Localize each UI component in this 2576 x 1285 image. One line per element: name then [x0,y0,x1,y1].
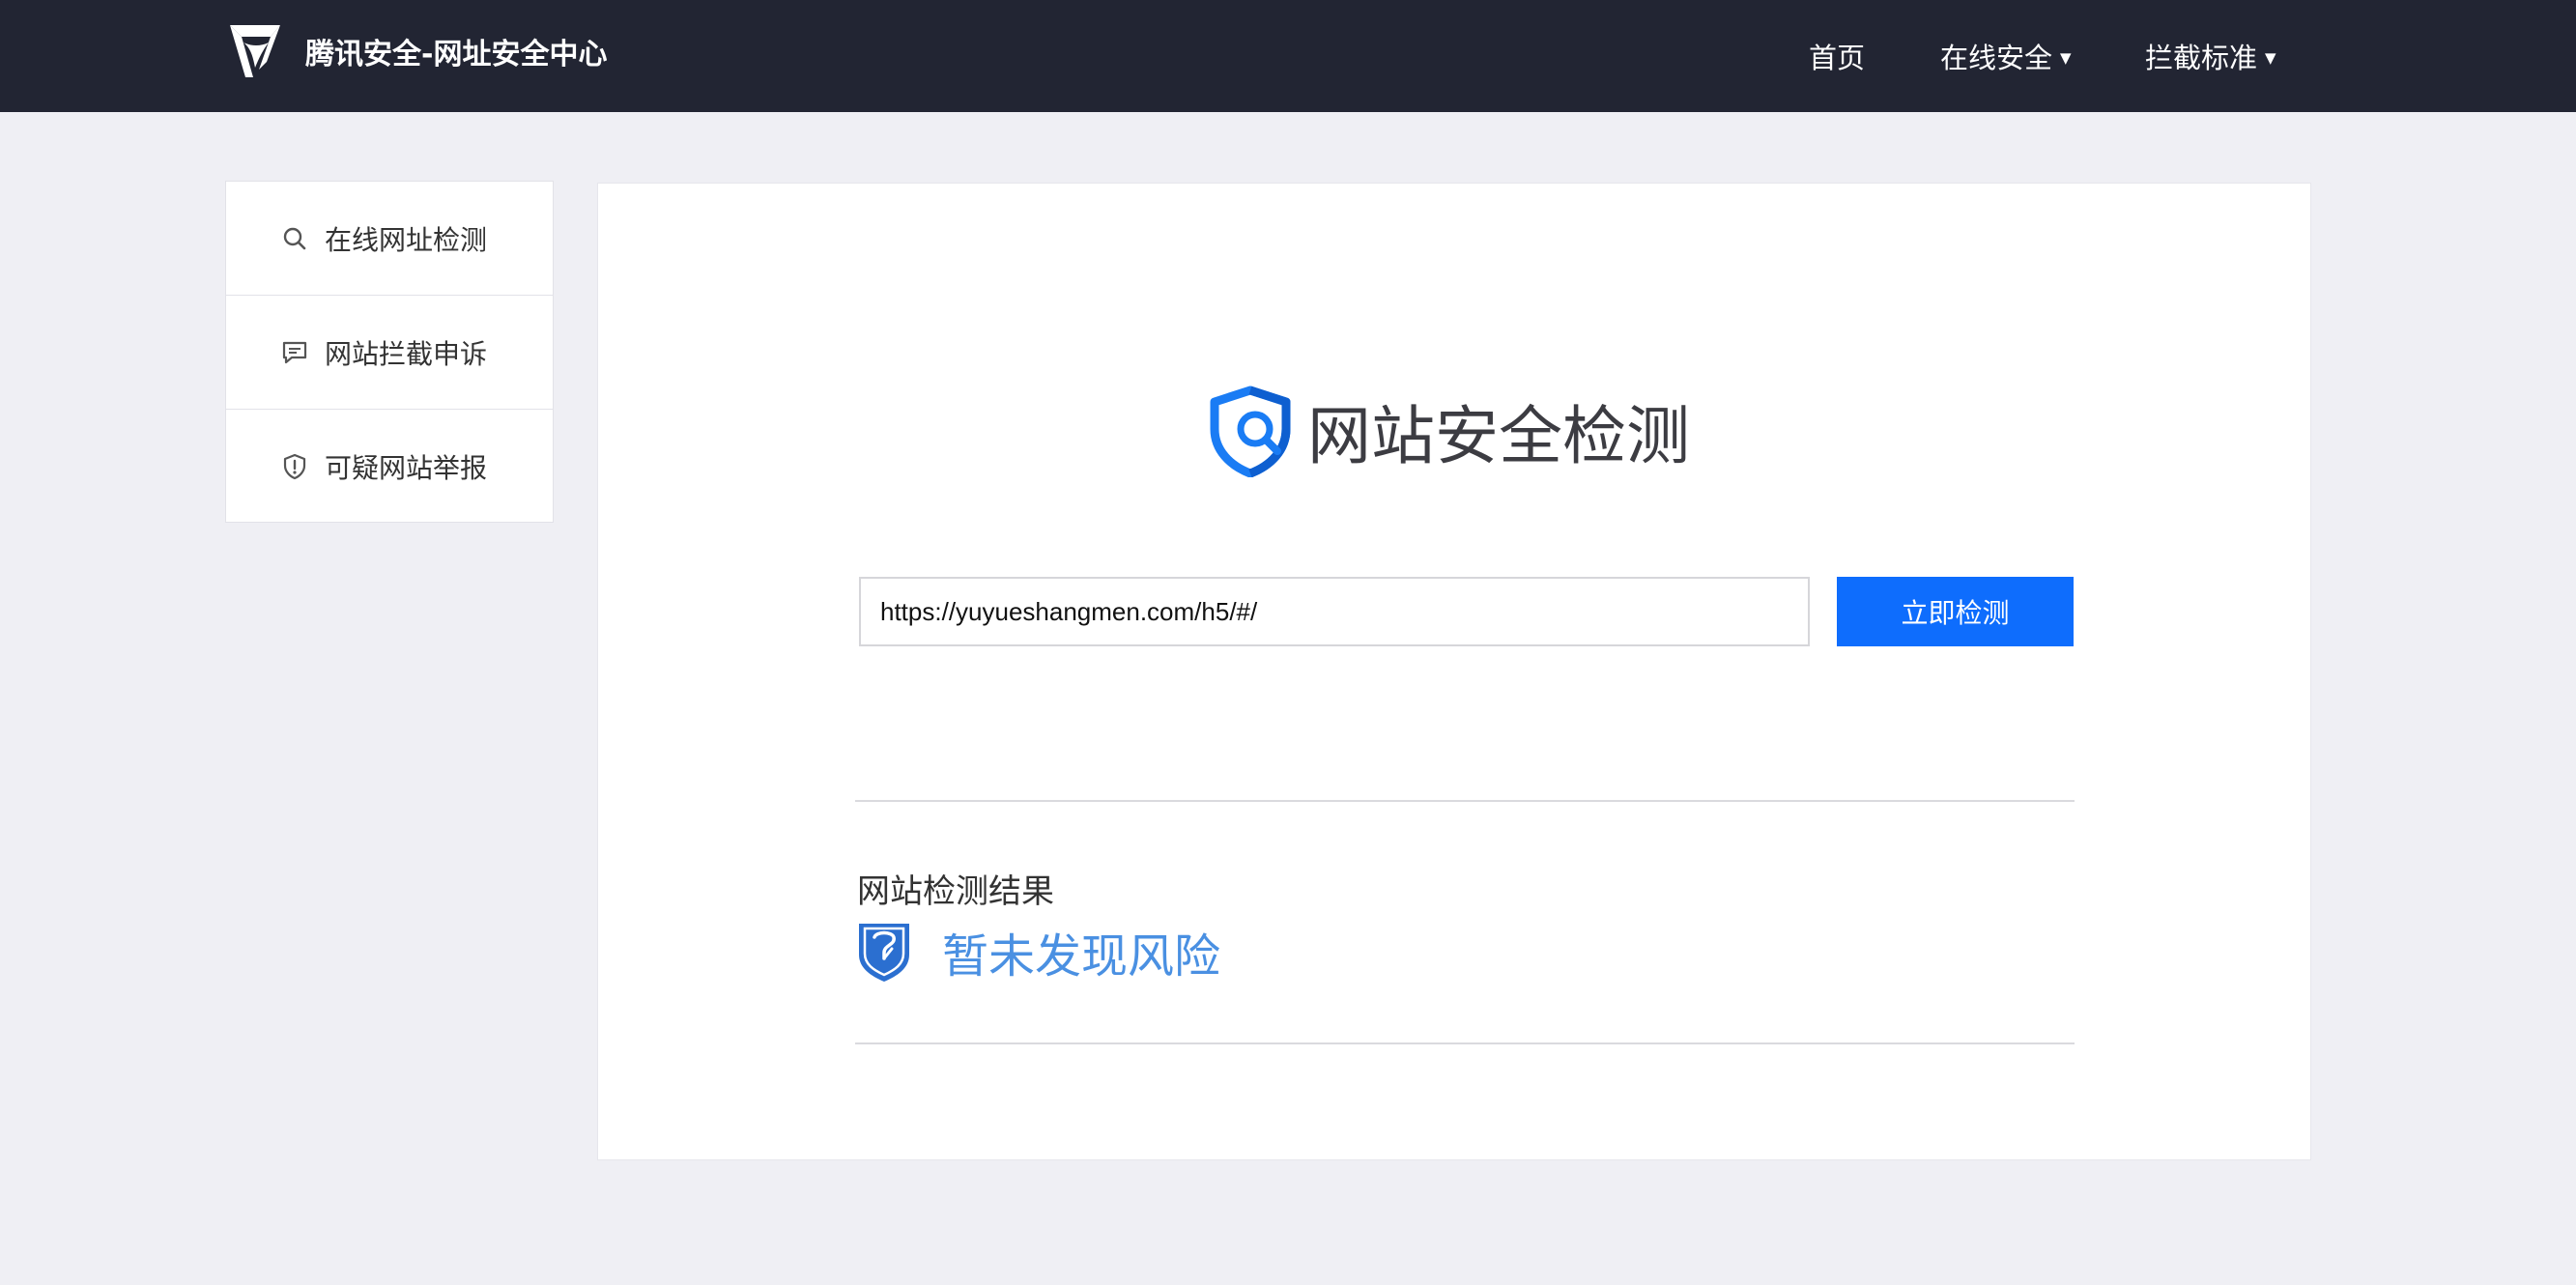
sidebar-item-label: 在线网址检测 [325,223,488,256]
caret-down-icon: ▼ [2060,49,2072,67]
nav-block-standard-label: 拦截标准 [2145,42,2258,74]
nav-block-standard-menu[interactable]: 拦截标准 ▼ [2145,0,2276,112]
nav-online-security-menu[interactable]: 在线安全 ▼ [1940,0,2072,112]
result-heading: 网站检测结果 [857,872,1054,911]
sidebar-item-label: 网站拦截申诉 [325,337,488,370]
shield-check-icon [859,924,909,982]
message-icon [280,338,309,367]
check-now-button[interactable]: 立即检测 [1837,577,2074,646]
nav-online-security-label: 在线安全 [1940,42,2053,74]
sidebar: 在线网址检测 网站拦截申诉 可疑网站举报 [225,181,554,523]
sidebar-item-url-check[interactable]: 在线网址检测 [226,182,553,296]
divider [855,800,2075,802]
caret-down-icon: ▼ [2265,49,2276,67]
search-icon [280,224,309,253]
top-navbar: 腾讯安全-网址安全中心 首页 在线安全 ▼ 拦截标准 ▼ [0,0,2576,112]
nav-home-link[interactable]: 首页 [1809,0,1865,112]
hero-heading: 网站安全检测 [1207,385,1690,477]
shield-alert-icon [280,452,309,481]
page-title: 网站安全检测 [1307,399,1690,473]
shield-search-icon [1210,386,1291,477]
tencent-security-logo-icon [230,25,280,77]
site-title: 腾讯安全-网址安全中心 [305,38,608,71]
divider [855,1042,2075,1044]
nav-home-label: 首页 [1809,42,1866,74]
url-input[interactable] [859,577,1810,646]
brand[interactable]: 腾讯安全-网址安全中心 [224,19,607,83]
sidebar-item-block-appeal[interactable]: 网站拦截申诉 [226,296,553,410]
sidebar-item-report-suspicious[interactable]: 可疑网站举报 [226,410,553,524]
result-status: 暂未发现风险 [855,920,1220,984]
main-panel: 网站安全检测 立即检测 网站检测结果 暂未发现风险 [597,183,2311,1160]
sidebar-item-label: 可疑网站举报 [325,452,488,484]
result-status-text: 暂未发现风险 [942,929,1221,984]
